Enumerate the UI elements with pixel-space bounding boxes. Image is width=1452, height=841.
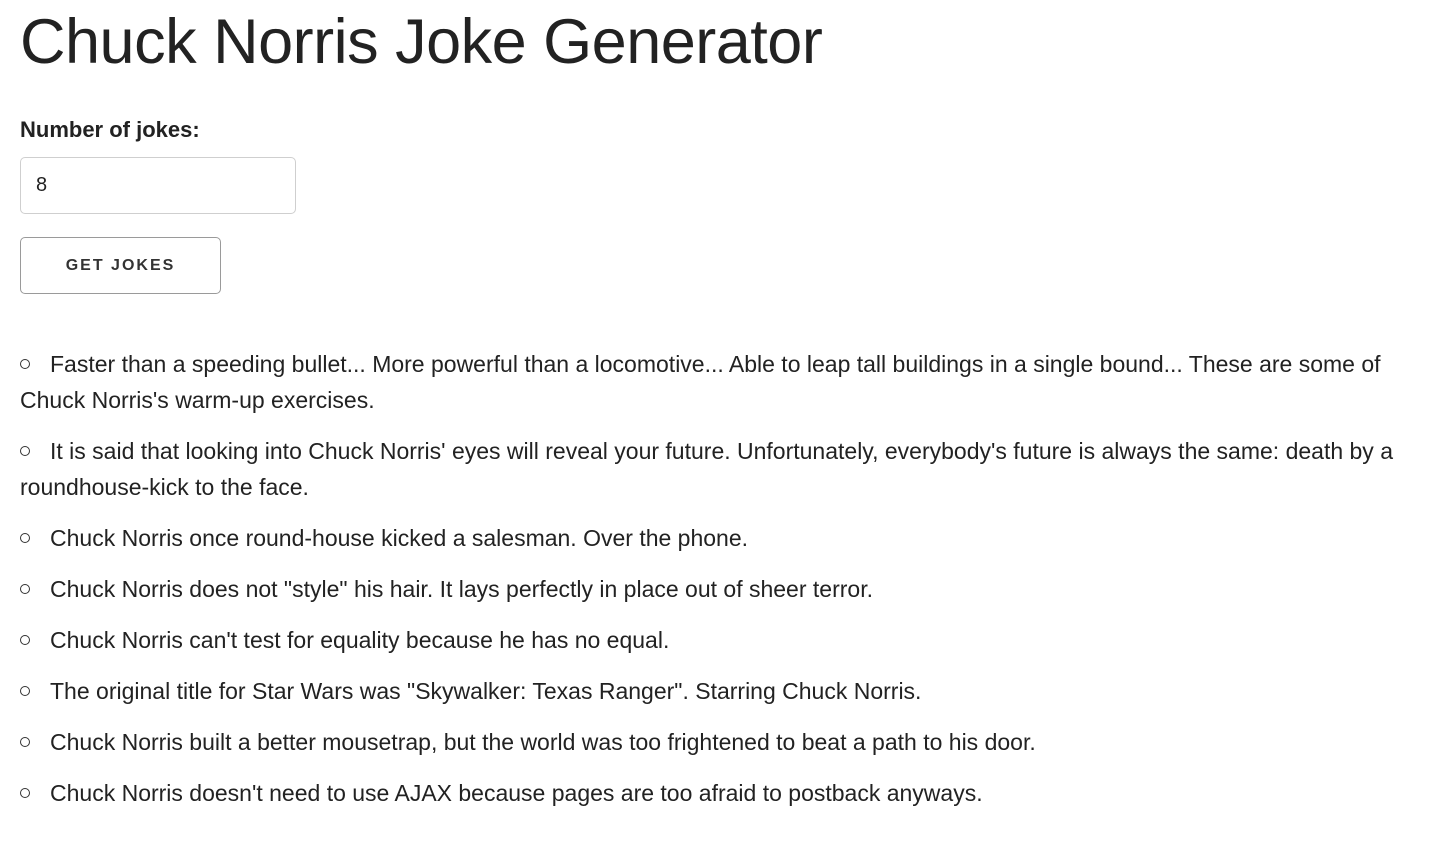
bullet-icon — [20, 358, 30, 369]
bullet-icon — [20, 445, 30, 456]
get-jokes-button[interactable]: GET JOKES — [20, 237, 221, 294]
joke-text: Chuck Norris built a better mousetrap, b… — [50, 729, 1036, 755]
joke-text: Faster than a speeding bullet... More po… — [20, 351, 1381, 413]
list-item: Chuck Norris once round-house kicked a s… — [20, 520, 1432, 556]
bullet-icon — [20, 532, 30, 543]
page-container: Chuck Norris Joke Generator Number of jo… — [20, 0, 1432, 826]
number-of-jokes-input[interactable] — [20, 157, 296, 214]
page-title: Chuck Norris Joke Generator — [20, 7, 823, 77]
joke-text: It is said that looking into Chuck Norri… — [20, 438, 1393, 500]
bullet-icon — [20, 583, 30, 594]
list-item: Chuck Norris doesn't need to use AJAX be… — [20, 775, 1432, 811]
bullet-icon — [20, 787, 30, 798]
joke-text: Chuck Norris once round-house kicked a s… — [50, 525, 749, 551]
list-item: It is said that looking into Chuck Norri… — [20, 433, 1432, 505]
joke-list: Faster than a speeding bullet... More po… — [20, 346, 1432, 811]
bullet-icon — [20, 736, 30, 747]
bullet-icon — [20, 685, 30, 696]
number-of-jokes-label: Number of jokes: — [20, 117, 200, 142]
joke-text: The original title for Star Wars was "Sk… — [50, 678, 922, 704]
list-item: Chuck Norris built a better mousetrap, b… — [20, 724, 1432, 760]
joke-text: Chuck Norris doesn't need to use AJAX be… — [50, 780, 983, 806]
list-item: Faster than a speeding bullet... More po… — [20, 346, 1432, 418]
list-item: Chuck Norris does not "style" his hair. … — [20, 571, 1432, 607]
joke-text: Chuck Norris can't test for equality bec… — [50, 627, 670, 653]
bullet-icon — [20, 634, 30, 645]
list-item: Chuck Norris can't test for equality bec… — [20, 622, 1432, 658]
list-item: The original title for Star Wars was "Sk… — [20, 673, 1432, 709]
joke-text: Chuck Norris does not "style" his hair. … — [50, 576, 873, 602]
